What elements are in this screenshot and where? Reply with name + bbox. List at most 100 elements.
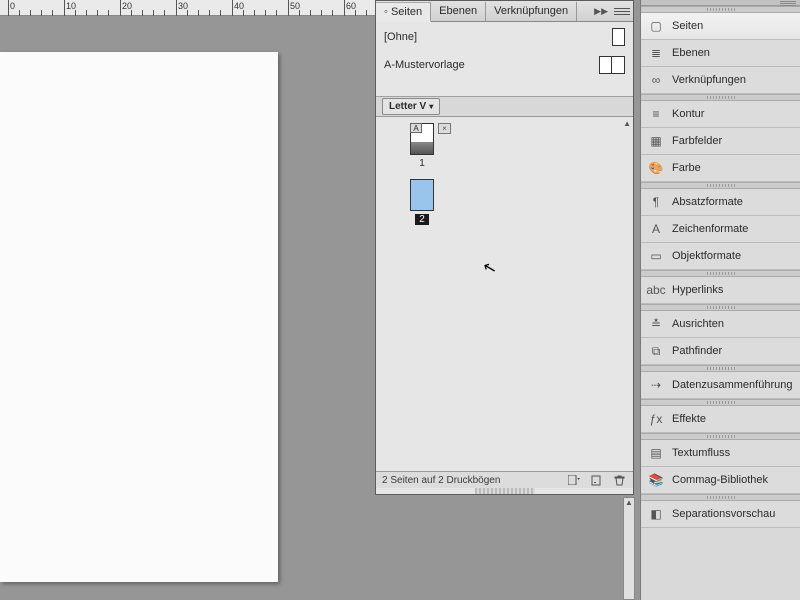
layers-icon: ≣ (647, 45, 665, 61)
sidebar-item-hyperlinks[interactable]: abc Hyperlinks (641, 277, 800, 304)
sidebar-group-separator (641, 94, 800, 101)
master-row[interactable]: A-Mustervorlage (384, 56, 625, 74)
sidebar-top-grip[interactable] (641, 0, 800, 6)
master-pages-area: [Ohne] A-Mustervorlage (376, 22, 633, 97)
hyper-icon: abc (647, 282, 665, 298)
master-name: A-Mustervorlage (384, 59, 465, 71)
page-thumbnails-list[interactable]: ▲ A×12 (376, 117, 633, 471)
sidebar-item-label: Ausrichten (672, 318, 724, 330)
tab-verknüpfungen[interactable]: Verknüpfungen (486, 2, 577, 21)
sidebar-item-farbe[interactable]: 🎨 Farbe (641, 155, 800, 182)
document-page[interactable] (0, 52, 278, 582)
master-letter-badge: A (410, 123, 422, 133)
sidebar-item-label: Pathfinder (672, 345, 722, 357)
sidebar-item-label: Objektformate (672, 250, 741, 262)
trash-icon[interactable] (611, 474, 627, 486)
para-icon: ¶ (647, 194, 665, 210)
page-item[interactable]: A× 1 (400, 123, 444, 169)
sidebar-item-zeichenformate[interactable]: A Zeichenformate (641, 216, 800, 243)
pathfinder-icon: ⧉ (647, 343, 665, 359)
pages-panel: ◦ SeitenEbenenVerknüpfungen ▶▶ [Ohne] A-M… (375, 0, 634, 495)
detach-icon[interactable]: × (438, 123, 451, 134)
panel-footer: 2 Seiten auf 2 Druckbögen (376, 471, 633, 488)
sidebar-group-separator (641, 270, 800, 277)
sidebar-item-effekte[interactable]: ƒx Effekte (641, 406, 800, 433)
sidebar-group-separator (641, 399, 800, 406)
char-icon: A (647, 221, 665, 237)
sidebar-item-label: Kontur (672, 108, 704, 120)
sidebar-item-pathfinder[interactable]: ⧉ Pathfinder (641, 338, 800, 365)
page-thumbnail[interactable] (410, 179, 434, 211)
sidebar-item-label: Absatzformate (672, 196, 743, 208)
master-thumb[interactable] (612, 28, 625, 46)
sidebar-group-separator (641, 304, 800, 311)
page-number: 1 (419, 158, 425, 169)
sidebar-item-label: Seiten (672, 20, 703, 32)
panels-sidebar: ▢Seiten ≣ Ebenen ∞ Verknüpfungen ≡ Kontur ▦ Farb… (640, 0, 800, 600)
panel-tab-bar: ◦ SeitenEbenenVerknüpfungen ▶▶ (376, 1, 633, 22)
sepview-icon: ◧ (647, 506, 665, 522)
library-icon: 📚 (647, 472, 665, 488)
sidebar-item-label: Verknüpfungen (672, 74, 746, 86)
sidebar-item-label: Zeichenformate (672, 223, 748, 235)
sidebar-item-label: Farbfelder (672, 135, 722, 147)
sidebar-item-objektformate[interactable]: ▭ Objektformate (641, 243, 800, 270)
sidebar-item-kontur[interactable]: ≡ Kontur (641, 101, 800, 128)
page-options-icon[interactable] (567, 474, 583, 486)
sidebar-group-separator (641, 433, 800, 440)
sidebar-group-separator (641, 182, 800, 189)
canvas-area[interactable] (0, 16, 375, 600)
sidebar-item-label: Commag-Bibliothek (672, 474, 768, 486)
master-name: [Ohne] (384, 31, 417, 43)
sidebar-item-sepvorschau[interactable]: ◧ Separationsvorschau (641, 501, 800, 528)
page-thumbnail[interactable]: A× (410, 123, 434, 155)
sidebar-item-datenz[interactable]: ⇢ Datenzusammenführung (641, 372, 800, 399)
page-size-select[interactable]: Letter V ▾ (382, 98, 440, 115)
new-page-icon[interactable] (589, 474, 605, 486)
sidebar-item-label: Separationsvorschau (672, 508, 775, 520)
stroke-icon: ≡ (647, 106, 665, 122)
page-size-label: Letter V (389, 101, 426, 112)
sidebar-item-label: Datenzusammenführung (672, 379, 792, 391)
collapse-icon[interactable]: ▶▶ (594, 6, 608, 17)
sidebar-item-ausrichten[interactable]: ≛ Ausrichten (641, 311, 800, 338)
sidebar-item-farbfelder[interactable]: ▦ Farbfelder (641, 128, 800, 155)
ruler-horizontal: 0102030405060 (0, 0, 375, 16)
master-row[interactable]: [Ohne] (384, 28, 625, 46)
sidebar-item-ebenen[interactable]: ≣ Ebenen (641, 40, 800, 67)
sidebar-item-absatzformate[interactable]: ¶ Absatzformate (641, 189, 800, 216)
page-item[interactable]: 2 (400, 179, 444, 225)
palette-icon: 🎨 (647, 160, 665, 176)
panel-menu-icon[interactable] (614, 5, 630, 17)
obj-icon: ▭ (647, 248, 665, 264)
fx-icon: ƒx (647, 411, 665, 427)
panel-resize-grip[interactable] (475, 488, 535, 494)
align-icon: ≛ (647, 316, 665, 332)
sidebar-item-seiten[interactable]: ▢Seiten (641, 13, 800, 40)
links-icon: ∞ (647, 72, 665, 88)
page-size-bar: Letter V ▾ (376, 97, 633, 117)
sidebar-group-separator (641, 494, 800, 501)
page-number: 2 (415, 214, 429, 225)
sidebar-item-label: Farbe (672, 162, 701, 174)
sidebar-item-label: Ebenen (672, 47, 710, 59)
scroll-up-icon[interactable]: ▲ (623, 119, 631, 128)
sidebar-item-commag[interactable]: 📚 Commag-Bibliothek (641, 467, 800, 494)
footer-status: 2 Seiten auf 2 Druckbögen (382, 475, 500, 486)
ruler-mark: 0 (10, 1, 15, 11)
vertical-scrollbar[interactable]: ▲ (623, 497, 635, 600)
sidebar-item-label: Hyperlinks (672, 284, 723, 296)
sidebar-item-label: Textumfluss (672, 447, 730, 459)
sidebar-item-verknuepfungen[interactable]: ∞ Verknüpfungen (641, 67, 800, 94)
sidebar-item-textumfluss[interactable]: ▤ Textumfluss (641, 440, 800, 467)
wrap-icon: ▤ (647, 445, 665, 461)
merge-icon: ⇢ (647, 377, 665, 393)
tab-seiten[interactable]: ◦ Seiten (376, 2, 431, 22)
scroll-up-arrow-icon[interactable]: ▲ (624, 498, 634, 507)
swatches-icon: ▦ (647, 133, 665, 149)
master-thumb[interactable] (599, 56, 625, 74)
sidebar-item-label: Effekte (672, 413, 706, 425)
chevron-down-icon: ▾ (429, 102, 433, 111)
tab-ebenen[interactable]: Ebenen (431, 2, 486, 21)
sidebar-group-separator (641, 6, 800, 13)
